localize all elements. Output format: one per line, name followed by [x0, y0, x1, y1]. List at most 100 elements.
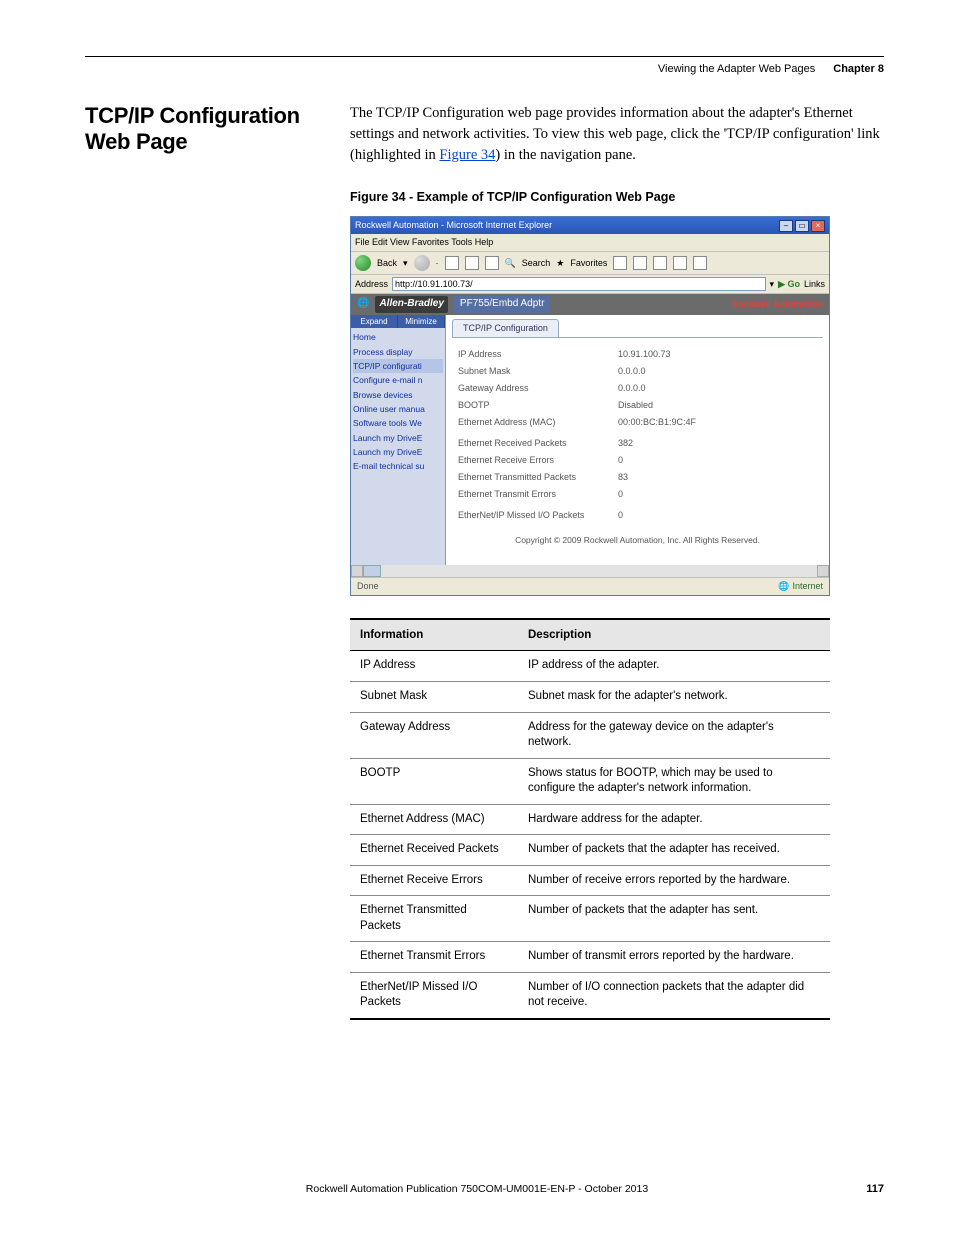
table-row: Ethernet Transmit ErrorsNumber of transm…	[350, 942, 830, 973]
address-input[interactable]	[392, 277, 766, 291]
cell-info: Ethernet Transmit Errors	[350, 942, 518, 973]
cell-info: IP Address	[350, 651, 518, 682]
mail-icon[interactable]	[633, 256, 647, 270]
val: 0	[618, 488, 817, 501]
screenshot-window: Rockwell Automation - Microsoft Internet…	[350, 216, 830, 596]
row: Ethernet Received Packets382	[458, 435, 817, 452]
th-desc: Description	[518, 619, 830, 651]
row: EtherNet/IP Missed I/O Packets0	[458, 507, 817, 524]
back-dropdown-icon[interactable]: ▾	[403, 257, 408, 270]
key: Gateway Address	[458, 382, 618, 395]
nav-item-email[interactable]: Configure e-mail n	[353, 373, 443, 387]
nav-item-home[interactable]: Home	[353, 330, 443, 344]
expand-button[interactable]: Expand	[351, 315, 398, 329]
footer-pub: Rockwell Automation Publication 750COM-U…	[0, 1183, 954, 1195]
key: Ethernet Transmit Errors	[458, 488, 618, 501]
nav-item-browse[interactable]: Browse devices	[353, 388, 443, 402]
scroll-right-icon[interactable]	[817, 565, 829, 577]
cell-info: Ethernet Receive Errors	[350, 865, 518, 896]
page-header: Viewing the Adapter Web Pages Chapter 8	[85, 63, 884, 75]
section-title: TCP/IP Configuration Web Page	[85, 103, 320, 156]
key: Ethernet Transmitted Packets	[458, 471, 618, 484]
edit-icon[interactable]	[673, 256, 687, 270]
go-label: Go	[787, 279, 800, 289]
address-dropdown-icon[interactable]: ▾	[770, 278, 775, 291]
table-row: IP AddressIP address of the adapter.	[350, 651, 830, 682]
figure-caption: Figure 34 - Example of TCP/IP Configurat…	[350, 188, 884, 206]
back-label: Back	[377, 257, 397, 270]
refresh-icon[interactable]	[465, 256, 479, 270]
nav-list: Home Process display TCP/IP configurati …	[351, 328, 445, 475]
history-icon[interactable]	[613, 256, 627, 270]
horizontal-scrollbar[interactable]	[351, 565, 829, 577]
close-icon[interactable]: ×	[811, 220, 825, 232]
cell-desc: Hardware address for the adapter.	[518, 804, 830, 835]
titlebar: Rockwell Automation - Microsoft Internet…	[351, 217, 829, 234]
th-info: Information	[350, 619, 518, 651]
nav-item-tcpip[interactable]: TCP/IP configurati	[353, 359, 443, 373]
nav-item-support[interactable]: E-mail technical su	[353, 459, 443, 473]
content-pane: TCP/IP Configuration IP Address10.91.100…	[446, 315, 829, 565]
nav-item-tools[interactable]: Software tools We	[353, 416, 443, 430]
print-icon[interactable]	[653, 256, 667, 270]
table-row: Ethernet Receive ErrorsNumber of receive…	[350, 865, 830, 896]
favorites-icon[interactable]: ★	[556, 257, 564, 270]
nav-item-process[interactable]: Process display	[353, 345, 443, 359]
figure-link[interactable]: Figure 34	[439, 147, 495, 163]
scroll-thumb[interactable]	[363, 565, 381, 577]
val: 0	[618, 454, 817, 467]
description-table: Information Description IP AddressIP add…	[350, 618, 830, 1020]
tab-tcpip[interactable]: TCP/IP Configuration	[452, 319, 559, 337]
stop-icon[interactable]	[445, 256, 459, 270]
val: 00:00:BC:B1:9C:4F	[618, 416, 817, 429]
status-zone: 🌐Internet	[778, 580, 823, 593]
cell-info: Gateway Address	[350, 712, 518, 758]
cell-info: Subnet Mask	[350, 682, 518, 713]
cell-desc: Subnet mask for the adapter's network.	[518, 682, 830, 713]
scroll-left-icon[interactable]	[351, 565, 363, 577]
val: 0	[618, 509, 817, 522]
minimize-icon[interactable]: –	[779, 220, 793, 232]
cell-desc: Number of transmit errors reported by th…	[518, 942, 830, 973]
nav-pane: Expand Minimize Home Process display TCP…	[351, 315, 446, 565]
links-label[interactable]: Links	[804, 278, 825, 291]
row: Ethernet Transmitted Packets83	[458, 469, 817, 486]
window-title: Rockwell Automation - Microsoft Internet…	[355, 219, 552, 232]
forward-icon[interactable]	[414, 255, 430, 271]
row: Gateway Address0.0.0.0	[458, 380, 817, 397]
page-number: 117	[866, 1183, 884, 1195]
cell-info: Ethernet Transmitted Packets	[350, 896, 518, 942]
val: 0.0.0.0	[618, 382, 817, 395]
maximize-icon[interactable]: ▭	[795, 220, 809, 232]
nav-item-manual[interactable]: Online user manua	[353, 402, 443, 416]
val: 0.0.0.0	[618, 365, 817, 378]
status-done: Done	[357, 580, 379, 593]
table-row: Gateway AddressAddress for the gateway d…	[350, 712, 830, 758]
row: BOOTPDisabled	[458, 397, 817, 414]
row: Ethernet Address (MAC)00:00:BC:B1:9C:4F	[458, 414, 817, 431]
nav-item-launch1[interactable]: Launch my DriveE	[353, 431, 443, 445]
intro-text-after: ) in the navigation pane.	[495, 147, 636, 163]
val: 382	[618, 437, 817, 450]
row: Subnet Mask0.0.0.0	[458, 363, 817, 380]
nav-item-launch2[interactable]: Launch my DriveE	[353, 445, 443, 459]
table-row: Ethernet Transmitted PacketsNumber of pa…	[350, 896, 830, 942]
cell-desc: Number of receive errors reported by the…	[518, 865, 830, 896]
discuss-icon[interactable]	[693, 256, 707, 270]
home-icon[interactable]	[485, 256, 499, 270]
go-button[interactable]: ▶ Go	[778, 278, 800, 291]
cell-info: EtherNet/IP Missed I/O Packets	[350, 972, 518, 1019]
key: Ethernet Address (MAC)	[458, 416, 618, 429]
search-icon[interactable]: 🔍	[505, 257, 516, 270]
table-row: Subnet MaskSubnet mask for the adapter's…	[350, 682, 830, 713]
menubar[interactable]: File Edit View Favorites Tools Help	[351, 234, 829, 252]
address-bar: Address ▾ ▶ Go Links	[351, 275, 829, 294]
app-header: 🌐 Allen-Bradley PF755/Embd Adptr Rockwel…	[351, 294, 829, 315]
globe-icon: 🌐	[357, 297, 369, 312]
minimize-button[interactable]: Minimize	[398, 315, 445, 329]
status-bar: Done 🌐Internet	[351, 577, 829, 595]
cell-desc: Address for the gateway device on the ad…	[518, 712, 830, 758]
back-icon[interactable]	[355, 255, 371, 271]
copyright: Copyright © 2009 Rockwell Automation, In…	[458, 524, 817, 570]
cell-desc: IP address of the adapter.	[518, 651, 830, 682]
